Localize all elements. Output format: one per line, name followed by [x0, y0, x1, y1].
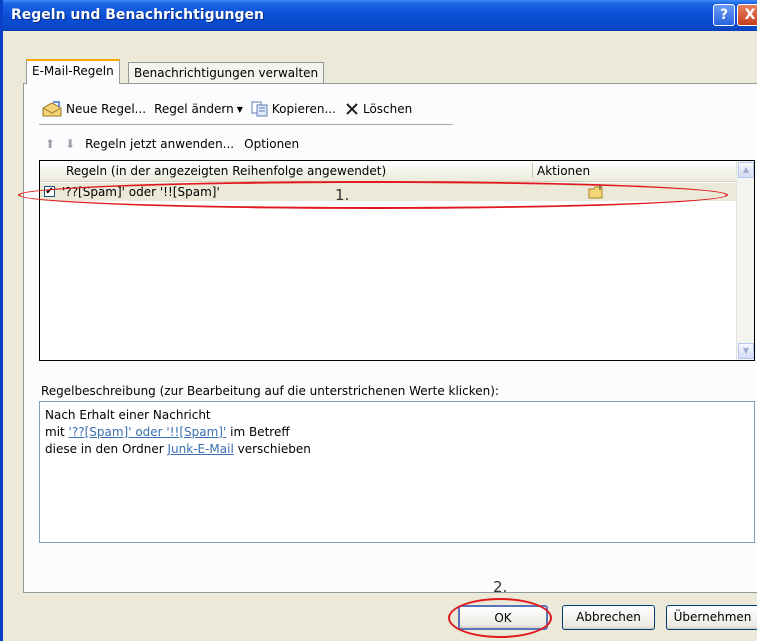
help-button[interactable]: ? — [713, 4, 735, 26]
window-title: Regeln und Benachrichtigungen — [11, 7, 265, 23]
tab-email-rules-label: E-Mail-Regeln — [32, 64, 114, 78]
subject-words-link[interactable]: '??[Spam]' oder '!![Spam]' — [69, 425, 227, 439]
change-rule-button[interactable]: Regel ändern ▼ — [154, 102, 243, 116]
new-rule-button[interactable]: Neue Regel... — [41, 101, 146, 117]
delete-label: Löschen — [362, 102, 413, 116]
rules-list-header: Regeln (in der angezeigten Reihenfolge a… — [40, 161, 736, 182]
rules-dialog: Regeln und Benachrichtigungen ? X E-Mail… — [0, 0, 757, 641]
title-bar[interactable]: Regeln und Benachrichtigungen ? X — [3, 0, 757, 31]
delete-icon — [346, 103, 358, 115]
rule-description-box: Nach Erhalt einer Nachricht mit '??[Spam… — [39, 401, 755, 543]
rules-toolbar-secondary: ⬆ ⬇ Regeln jetzt anwenden... Optionen — [45, 137, 299, 151]
delete-button[interactable]: Löschen — [344, 101, 412, 117]
description-text: diese in den Ordner — [45, 442, 168, 456]
close-icon: X — [744, 7, 756, 23]
column-header-rules[interactable]: Regeln (in der angezeigten Reihenfolge a… — [66, 164, 386, 178]
rules-toolbar: Neue Regel... Regel ändern ▼ Kopieren...… — [41, 98, 412, 120]
junk-folder-link[interactable]: Junk-E-Mail — [167, 442, 233, 456]
description-text: im Betreff — [226, 425, 290, 439]
move-up-icon[interactable]: ⬆ — [45, 137, 55, 151]
help-icon: ? — [719, 7, 729, 23]
options-button[interactable]: Optionen — [244, 137, 299, 151]
description-text: mit — [45, 425, 69, 439]
move-down-icon[interactable]: ⬇ — [65, 137, 75, 151]
annotation-number-2: 2. — [493, 578, 508, 596]
rules-list[interactable]: Regeln (in der angezeigten Reihenfolge a… — [39, 160, 755, 361]
description-line-2: mit '??[Spam]' oder '!![Spam]' im Betref… — [45, 424, 749, 441]
toolbar-divider — [39, 124, 453, 125]
rules-list-scrollbar[interactable]: ▲ ▼ — [736, 161, 754, 360]
copy-label: Kopieren... — [271, 102, 336, 116]
tab-manage-notifications[interactable]: Benachrichtigungen verwalten — [128, 62, 325, 84]
description-line-1: Nach Erhalt einer Nachricht — [45, 408, 211, 422]
tab-email-rules[interactable]: E-Mail-Regeln — [26, 59, 120, 84]
rule-row[interactable]: ✔ '??[Spam]' oder '!![Spam]' — [40, 183, 736, 201]
rule-name: '??[Spam]' oder '!![Spam]' — [62, 185, 220, 199]
close-button[interactable]: X — [737, 4, 757, 26]
new-rule-icon — [42, 101, 62, 117]
copy-button[interactable]: Kopieren... — [251, 101, 336, 117]
apply-rules-now-button[interactable]: Regeln jetzt anwenden... — [85, 137, 234, 151]
chevron-down-icon: ▼ — [236, 104, 243, 114]
description-line-3: diese in den Ordner Junk-E-Mail verschie… — [45, 441, 749, 458]
tab-manage-notifications-label: Benachrichtigungen verwalten — [134, 66, 319, 80]
description-text: verschieben — [233, 442, 311, 456]
checkmark-icon: ✔ — [45, 186, 54, 197]
scroll-up-icon[interactable]: ▲ — [738, 162, 754, 178]
cancel-button[interactable]: Abbrechen — [562, 605, 655, 630]
apply-button[interactable]: Übernehmen — [666, 605, 757, 630]
rule-description-label: Regelbeschreibung (zur Bearbeitung auf d… — [41, 384, 499, 398]
column-header-actions[interactable]: Aktionen — [537, 164, 590, 178]
move-to-folder-icon — [588, 184, 603, 199]
new-rule-label: Neue Regel... — [66, 102, 147, 116]
scroll-down-icon[interactable]: ▼ — [738, 343, 754, 359]
change-rule-label: Regel ändern — [154, 102, 234, 116]
rule-checkbox[interactable]: ✔ — [44, 186, 55, 197]
ok-button[interactable]: OK — [458, 605, 548, 630]
copy-icon — [251, 101, 268, 117]
column-divider[interactable] — [532, 163, 533, 178]
annotation-number-1: 1. — [335, 186, 350, 204]
